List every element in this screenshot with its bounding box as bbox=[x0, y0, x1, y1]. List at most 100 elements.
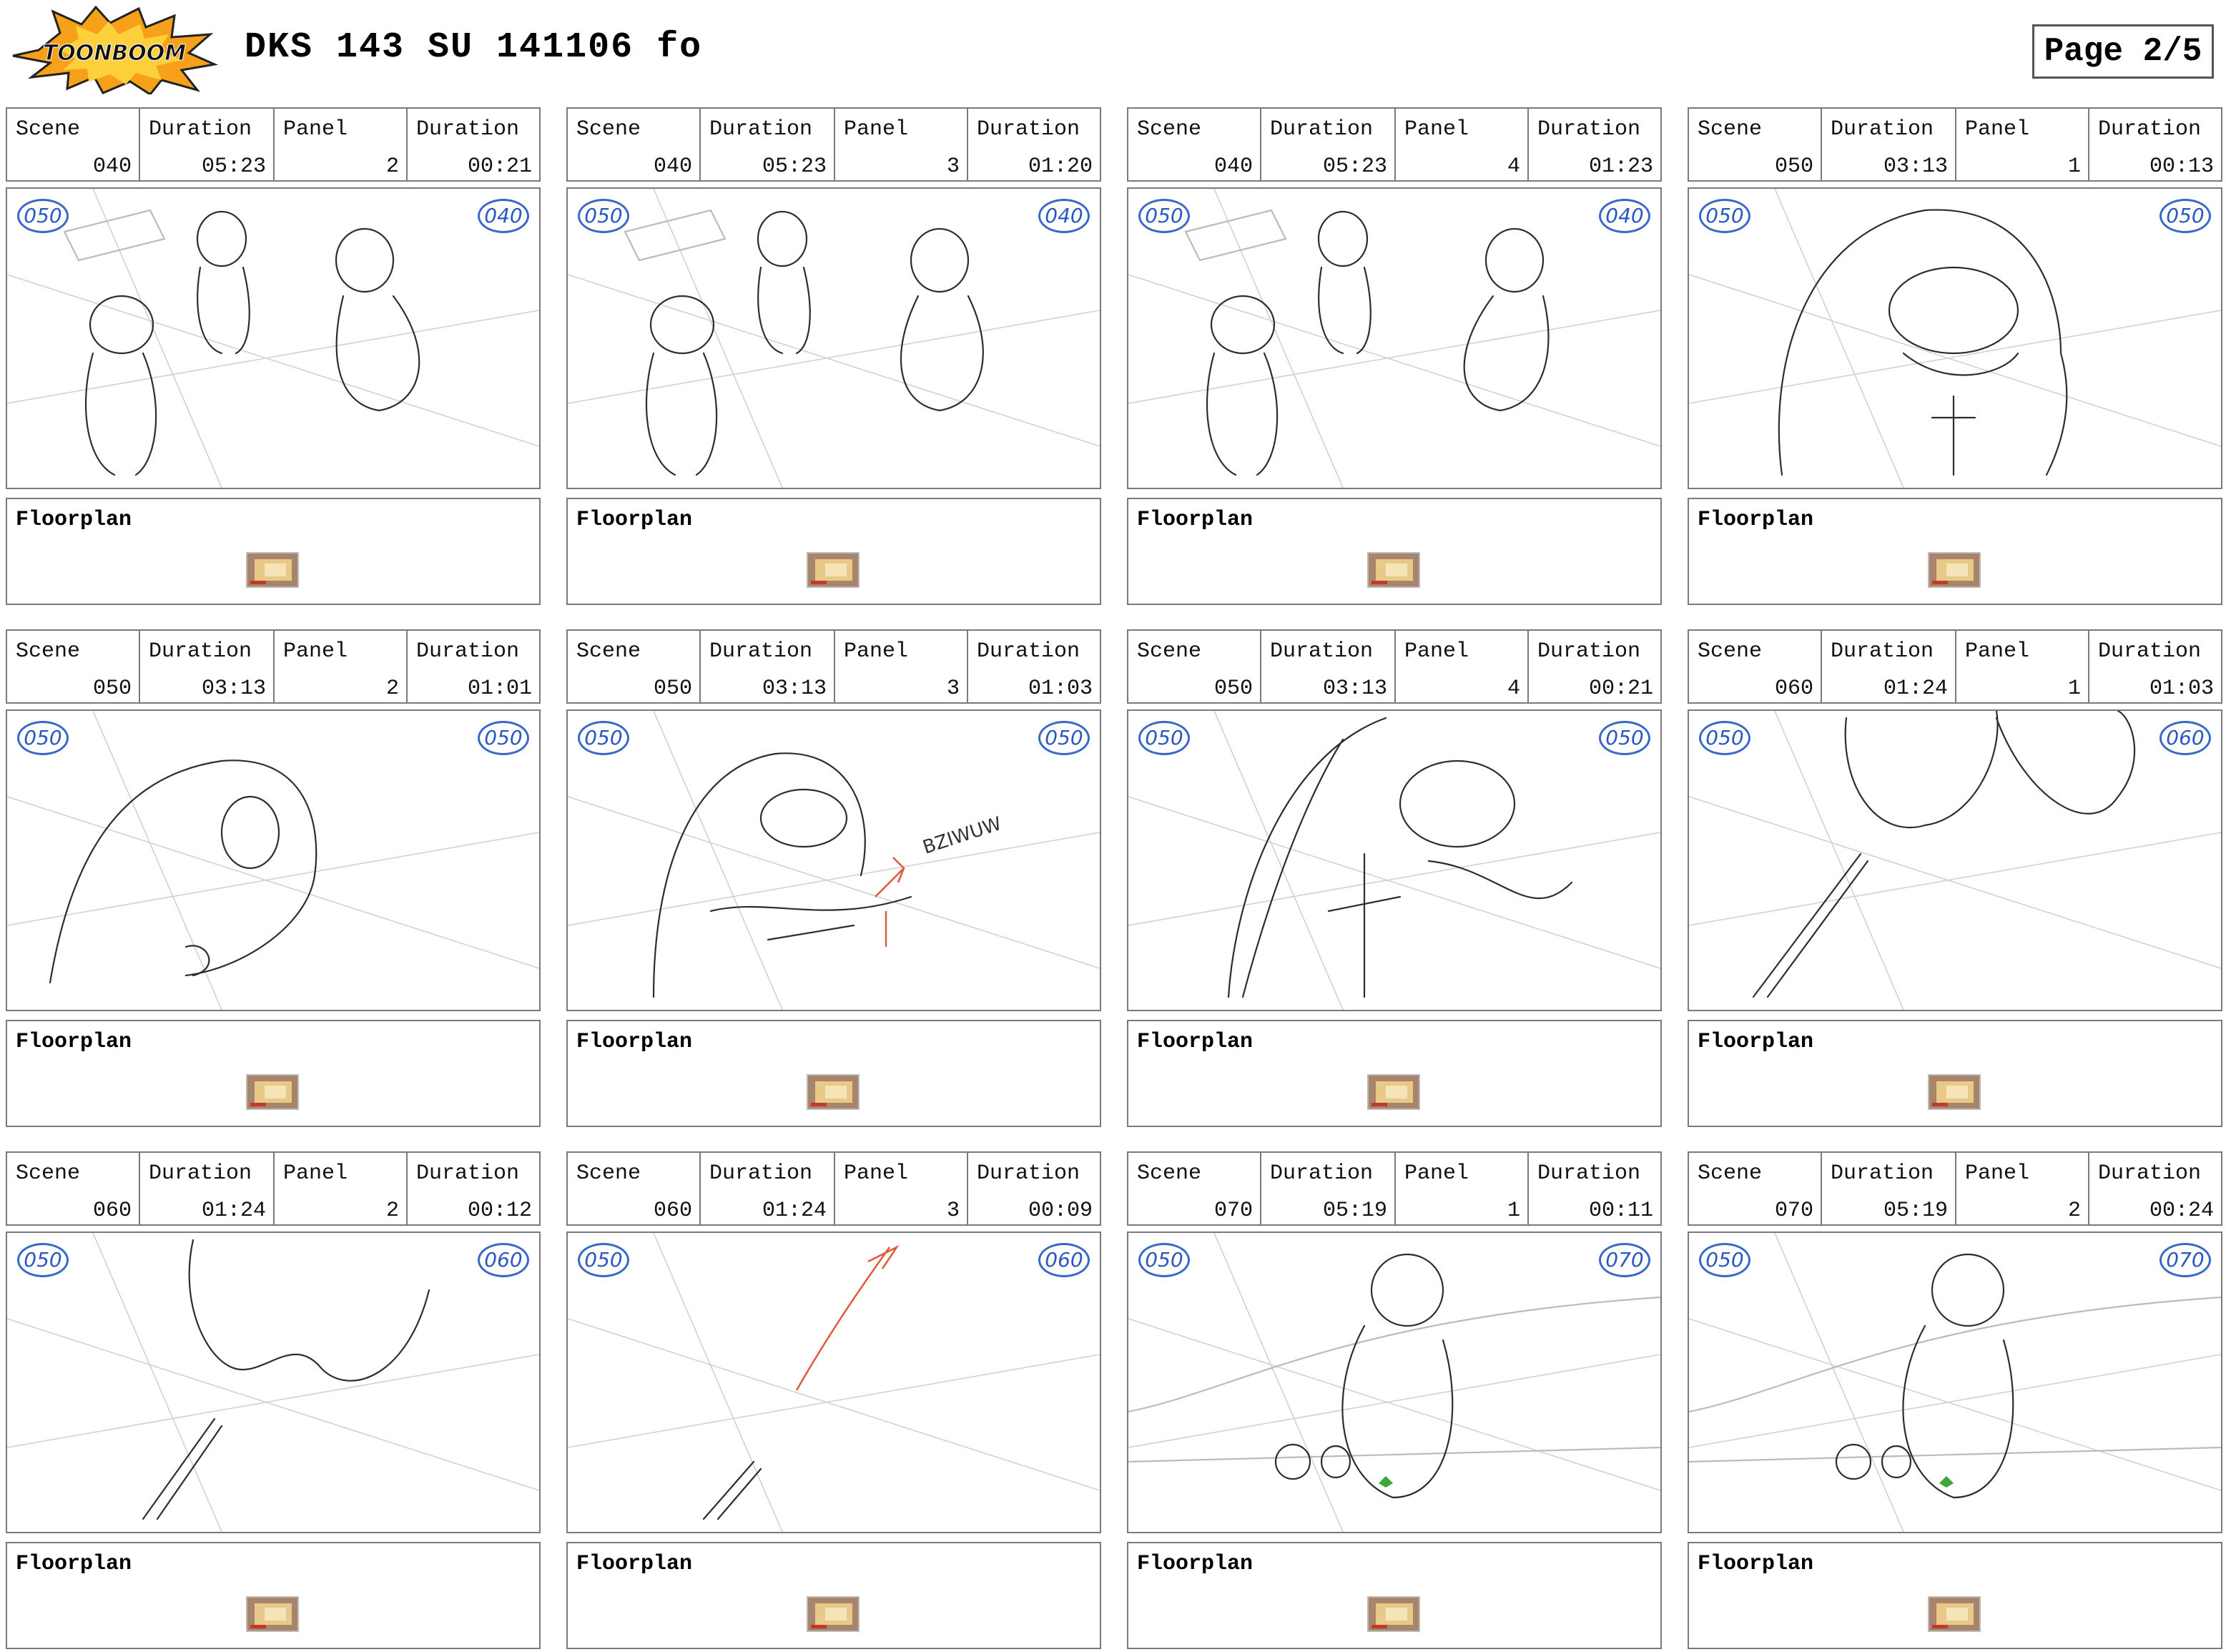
scene-label: Scene bbox=[16, 1161, 81, 1186]
floorplan-thumbnail[interactable] bbox=[246, 1074, 299, 1110]
floorplan-box: Floorplan bbox=[6, 1542, 541, 1649]
panel-image[interactable]: 050 040 bbox=[1127, 187, 1662, 489]
panel-image[interactable]: 050 050 bbox=[1688, 187, 2222, 489]
scene-value: 070 bbox=[1774, 1199, 1813, 1223]
document-title: DKS 143 SU 141106 fo bbox=[245, 27, 703, 68]
scene-duration-value: 05:19 bbox=[1322, 1199, 1387, 1223]
duration-label: Duration bbox=[977, 1161, 1080, 1186]
panel-info-header: Scene 050 Duration 03:13 Panel 3 Duration 01:03 bbox=[566, 629, 1101, 704]
scene-cell: Scene 050 bbox=[1128, 631, 1261, 702]
storyboard-panel: Scene 060 Duration 01:24 Panel 2 Duration 00:12… bbox=[6, 1151, 541, 1652]
scene-duration-value: 03:13 bbox=[762, 677, 827, 701]
panel-duration-cell: Duration 00:12 bbox=[408, 1153, 539, 1224]
panel-duration-cell: Duration 01:20 bbox=[968, 109, 1100, 180]
panel-info-header: Scene 060 Duration 01:24 Panel 1 Duration 01:03 bbox=[1688, 629, 2222, 704]
panel-sketch bbox=[1689, 189, 2221, 488]
panel-label: Panel bbox=[1965, 117, 2030, 142]
prev-scene-tag: 050 bbox=[17, 721, 69, 755]
panel-image[interactable]: 050 050 bbox=[6, 709, 541, 1011]
panel-image[interactable]: 050 070 bbox=[1688, 1231, 2222, 1533]
panel-image[interactable]: 050 040 bbox=[566, 187, 1101, 489]
panel-image[interactable]: 050 070 bbox=[1127, 1231, 1662, 1533]
floorplan-box: Floorplan bbox=[1688, 498, 2222, 605]
floorplan-thumbnail[interactable] bbox=[1367, 1074, 1420, 1110]
panel-duration-cell: Duration 01:03 bbox=[2089, 631, 2221, 702]
panel-info-header: Scene 050 Duration 03:13 Panel 2 Duration 01:01 bbox=[6, 629, 541, 704]
floorplan-box: Floorplan bbox=[1127, 498, 1662, 605]
panel-info-header: Scene 050 Duration 03:13 Panel 1 Duration 00:13 bbox=[1688, 107, 2222, 182]
duration-label: Duration bbox=[1270, 1161, 1374, 1186]
scene-duration-cell: Duration 05:23 bbox=[140, 109, 275, 180]
panel-image[interactable]: 050 050 bbox=[1127, 709, 1662, 1011]
scene-value: 040 bbox=[653, 154, 692, 179]
duration-label: Duration bbox=[1537, 1161, 1641, 1186]
panel-image[interactable]: 050 040 bbox=[6, 187, 541, 489]
floorplan-thumbnail[interactable] bbox=[1928, 552, 1981, 588]
panel-label: Panel bbox=[1965, 1161, 2030, 1186]
duration-label: Duration bbox=[416, 117, 520, 142]
floorplan-thumbnail[interactable] bbox=[1367, 552, 1420, 588]
panel-image[interactable]: 050 060 bbox=[6, 1231, 541, 1533]
panel-duration-value: 00:21 bbox=[467, 154, 532, 179]
scene-tag: 070 bbox=[1599, 1243, 1650, 1277]
floorplan-thumbnail[interactable] bbox=[1928, 1596, 1981, 1632]
prev-scene-tag: 050 bbox=[1138, 199, 1190, 233]
panel-duration-cell: Duration 00:21 bbox=[1529, 631, 1660, 702]
floorplan-thumbnail[interactable] bbox=[246, 552, 299, 588]
panel-cell: Panel 1 bbox=[1956, 109, 2089, 180]
scene-tag: 040 bbox=[1599, 199, 1650, 233]
duration-label: Duration bbox=[1831, 639, 1934, 664]
scene-label: Scene bbox=[1137, 117, 1202, 142]
storyboard-panel: Scene 060 Duration 01:24 Panel 3 Duration 00:09… bbox=[566, 1151, 1101, 1652]
duration-label: Duration bbox=[2098, 639, 2202, 664]
panel-value: 2 bbox=[2067, 1199, 2081, 1223]
panel-info-header: Scene 040 Duration 05:23 Panel 3 Duration 01:20 bbox=[566, 107, 1101, 182]
panel-image[interactable]: BZIWUW 050 050 bbox=[566, 709, 1101, 1011]
prev-scene-tag: 050 bbox=[578, 199, 629, 233]
panel-info-header: Scene 060 Duration 01:24 Panel 3 Duration 00:09 bbox=[566, 1151, 1101, 1226]
prev-scene-tag: 050 bbox=[1138, 721, 1190, 755]
floorplan-label: Floorplan bbox=[1698, 508, 1814, 532]
floorplan-thumbnail[interactable] bbox=[807, 1596, 860, 1632]
floorplan-thumbnail[interactable] bbox=[807, 1074, 860, 1110]
storyboard-panel: Scene 050 Duration 03:13 Panel 3 Duration 01:03… bbox=[566, 629, 1101, 1130]
logo-text: TOONBOOM bbox=[43, 41, 186, 66]
panel-cell: Panel 3 bbox=[835, 1153, 968, 1224]
duration-label: Duration bbox=[1270, 639, 1374, 664]
panel-value: 4 bbox=[1507, 154, 1520, 179]
scene-label: Scene bbox=[1698, 639, 1763, 664]
scene-tag: 040 bbox=[478, 199, 529, 233]
scene-duration-cell: Duration 03:13 bbox=[140, 631, 275, 702]
panel-sketch bbox=[7, 189, 539, 488]
scene-duration-value: 05:23 bbox=[762, 154, 827, 179]
panel-cell: Panel 4 bbox=[1396, 109, 1529, 180]
scene-tag: 060 bbox=[2159, 721, 2211, 755]
panel-label: Panel bbox=[1965, 639, 2030, 664]
floorplan-thumbnail[interactable] bbox=[807, 552, 860, 588]
duration-label: Duration bbox=[416, 639, 520, 664]
floorplan-thumbnail[interactable] bbox=[1367, 1596, 1420, 1632]
duration-label: Duration bbox=[149, 639, 252, 664]
scene-value: 050 bbox=[1774, 154, 1813, 179]
floorplan-label: Floorplan bbox=[1698, 1030, 1814, 1054]
panel-label: Panel bbox=[1404, 117, 1469, 142]
scene-tag: 060 bbox=[1038, 1243, 1090, 1277]
panel-value: 3 bbox=[946, 1199, 960, 1223]
storyboard-panel: Scene 040 Duration 05:23 Panel 2 Duration 00:21… bbox=[6, 107, 541, 608]
duration-label: Duration bbox=[149, 1161, 252, 1186]
panel-value: 1 bbox=[1507, 1199, 1520, 1223]
duration-label: Duration bbox=[977, 117, 1080, 142]
panel-duration-value: 01:03 bbox=[1028, 677, 1093, 701]
scene-value: 060 bbox=[653, 1199, 692, 1223]
panel-sketch bbox=[568, 189, 1100, 488]
panel-image[interactable]: 050 060 bbox=[1688, 709, 2222, 1011]
panel-image[interactable]: 050 060 bbox=[566, 1231, 1101, 1533]
scene-duration-cell: Duration 05:19 bbox=[1822, 1153, 1956, 1224]
scene-tag: 040 bbox=[1038, 199, 1090, 233]
scene-duration-value: 03:13 bbox=[1883, 154, 1948, 179]
scene-tag: 050 bbox=[2159, 199, 2211, 233]
panel-sketch bbox=[1128, 1233, 1660, 1532]
scene-cell: Scene 070 bbox=[1128, 1153, 1261, 1224]
floorplan-thumbnail[interactable] bbox=[1928, 1074, 1981, 1110]
floorplan-thumbnail[interactable] bbox=[246, 1596, 299, 1632]
